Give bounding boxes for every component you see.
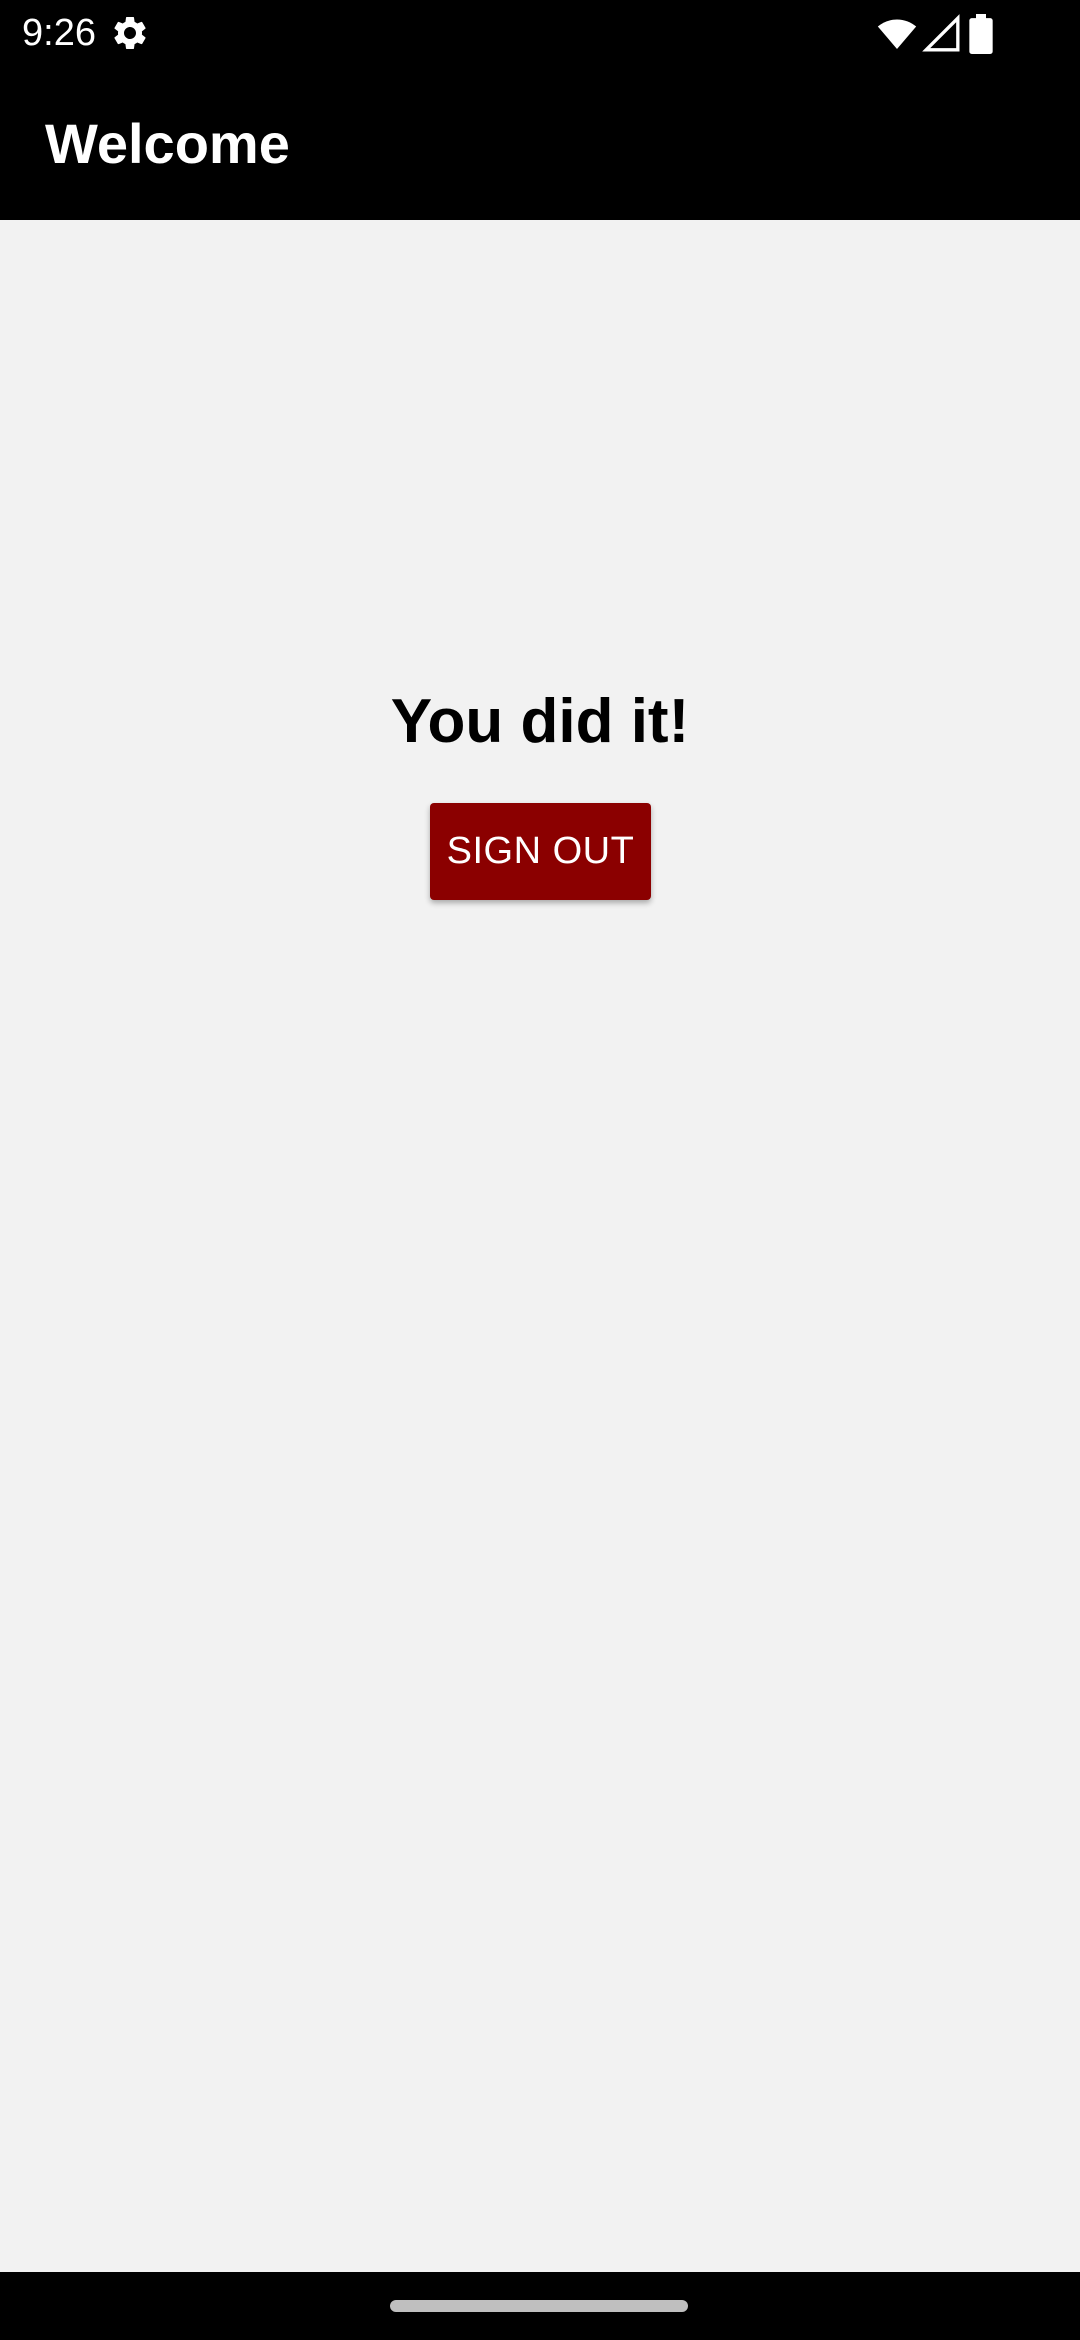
- success-message: You did it!: [390, 687, 690, 756]
- navigation-bar: [0, 2272, 1080, 2340]
- settings-icon: [114, 16, 146, 49]
- battery-icon: [969, 14, 993, 54]
- home-gesture-handle[interactable]: [390, 2300, 688, 2312]
- main-content: You did it! SIGN OUT: [0, 220, 1080, 2272]
- signal-icon: [922, 14, 960, 52]
- app-bar: Welcome: [0, 66, 1080, 220]
- status-bar: 9:26: [0, 0, 1080, 66]
- wifi-icon: [877, 19, 917, 49]
- sign-out-button[interactable]: SIGN OUT: [430, 803, 651, 900]
- app-bar-title: Welcome: [45, 112, 290, 175]
- status-time: 9:26: [22, 12, 96, 54]
